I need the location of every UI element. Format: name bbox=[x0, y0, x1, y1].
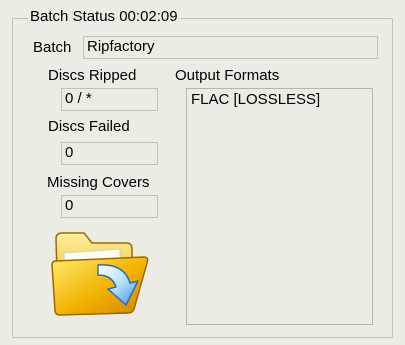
list-item[interactable]: FLAC [LOSSLESS] bbox=[191, 91, 368, 109]
missing-covers-field: 0 bbox=[61, 195, 158, 218]
open-folder-icon[interactable] bbox=[50, 225, 152, 317]
discs-failed-label: Discs Failed bbox=[48, 118, 130, 135]
batch-status-title: Batch Status 00:02:09 bbox=[28, 8, 180, 26]
output-formats-list[interactable]: FLAC [LOSSLESS] bbox=[186, 88, 373, 325]
discs-failed-field: 0 bbox=[61, 142, 158, 165]
discs-ripped-label: Discs Ripped bbox=[48, 67, 137, 84]
discs-ripped-field: 0 / * bbox=[61, 88, 158, 111]
missing-covers-label: Missing Covers bbox=[47, 174, 150, 191]
batch-name-field[interactable]: Ripfactory bbox=[83, 36, 378, 59]
batch-label: Batch bbox=[33, 39, 72, 56]
output-formats-label: Output Formats bbox=[175, 67, 280, 84]
